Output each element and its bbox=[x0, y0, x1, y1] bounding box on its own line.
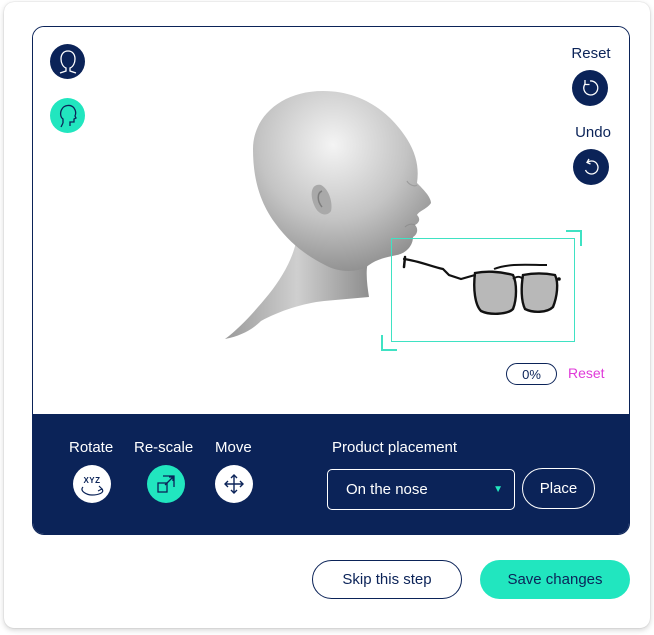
zoom-reset-link[interactable]: Reset bbox=[568, 365, 605, 381]
rotate-label: Rotate bbox=[69, 439, 114, 456]
product-placement-label: Product placement bbox=[332, 439, 458, 456]
scale-handle-top-right[interactable] bbox=[566, 230, 582, 246]
move-tool-button[interactable] bbox=[215, 465, 253, 503]
undo-button[interactable] bbox=[573, 149, 609, 185]
zoom-level-badge: 0% bbox=[506, 363, 557, 385]
dropdown-arrow-icon: ▼ bbox=[493, 484, 503, 495]
glasses-model[interactable] bbox=[399, 253, 565, 321]
transform-toolbar: Rotate Re-scale Move XYZ Product placeme… bbox=[33, 414, 629, 534]
front-view-button[interactable] bbox=[50, 44, 85, 79]
rotate-tool-button[interactable]: XYZ bbox=[73, 465, 111, 503]
rescale-icon bbox=[157, 475, 175, 493]
product-placement-value: On the nose bbox=[346, 481, 428, 498]
undo-icon bbox=[584, 158, 599, 175]
3d-viewport[interactable]: Reset Undo 0% Reset bbox=[33, 27, 629, 414]
place-button[interactable]: Place bbox=[522, 468, 595, 509]
save-changes-button[interactable]: Save changes bbox=[480, 560, 630, 599]
side-view-button[interactable] bbox=[50, 98, 85, 133]
scale-handle-bottom-left[interactable] bbox=[381, 335, 397, 351]
reset-view-label: Reset bbox=[571, 45, 611, 62]
fitting-editor: Reset Undo 0% Reset Rotate Re-scale Move bbox=[32, 26, 630, 535]
move-label: Move bbox=[215, 439, 252, 456]
reset-view-button[interactable] bbox=[572, 70, 608, 106]
rotate-icon bbox=[81, 485, 104, 496]
rescale-tool-button[interactable] bbox=[147, 465, 185, 503]
move-icon bbox=[224, 474, 244, 494]
rescale-label: Re-scale bbox=[134, 439, 194, 456]
skip-step-button[interactable]: Skip this step bbox=[312, 560, 462, 599]
product-placement-select[interactable]: On the nose ▼ bbox=[327, 469, 515, 510]
undo-label: Undo bbox=[575, 124, 611, 141]
product-fitting-card: Reset Undo 0% Reset Rotate Re-scale Move bbox=[4, 2, 650, 628]
head-side-icon bbox=[59, 104, 77, 127]
head-front-icon bbox=[59, 49, 76, 74]
reset-icon bbox=[583, 80, 599, 96]
